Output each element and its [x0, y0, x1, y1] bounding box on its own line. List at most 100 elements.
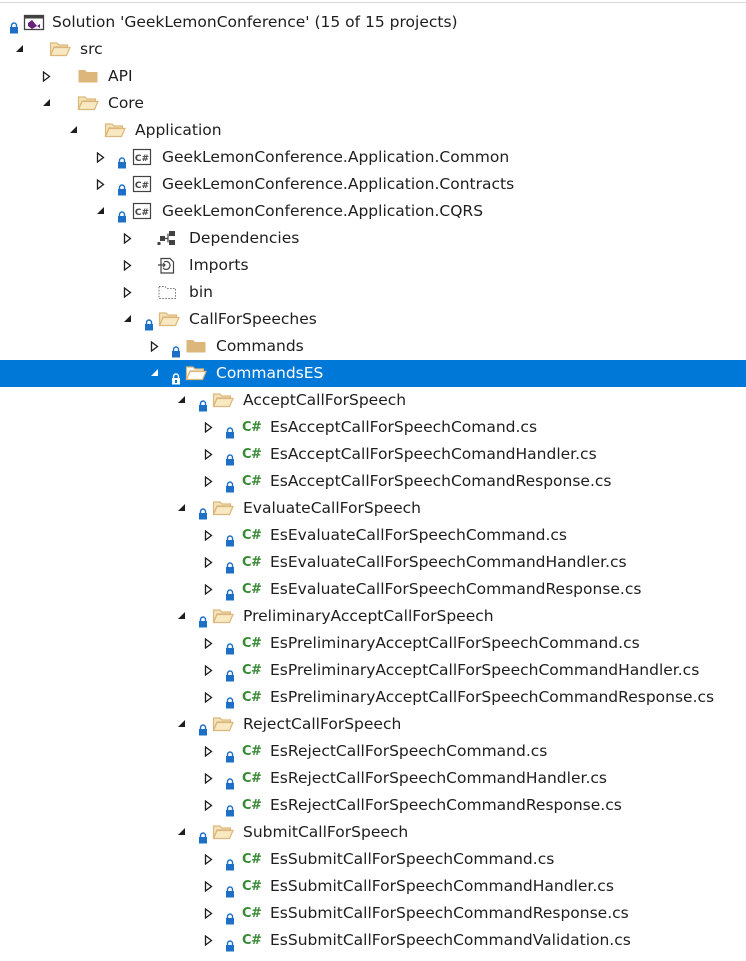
folder-open-icon — [49, 40, 71, 59]
collapsed-triangle-icon[interactable] — [95, 171, 109, 198]
collapsed-triangle-icon[interactable] — [203, 900, 217, 927]
lock-icon — [225, 880, 235, 898]
collapsed-triangle-icon[interactable] — [203, 765, 217, 792]
collapsed-triangle-icon[interactable] — [203, 630, 217, 657]
expanded-triangle-icon[interactable] — [176, 387, 190, 414]
tree-node-core[interactable]: Core — [0, 90, 746, 117]
csharp-file-icon: C# — [242, 879, 262, 894]
tree-node-file[interactable]: C# EsRejectCallForSpeechCommand.cs — [0, 738, 746, 765]
node-label: AcceptCallForSpeech — [243, 391, 407, 409]
tree-node-dependencies[interactable]: Dependencies — [0, 225, 746, 252]
tree-node-src[interactable]: src — [0, 36, 746, 63]
tree-node-folder[interactable]: EvaluateCallForSpeech — [0, 495, 746, 522]
node-label: src — [80, 40, 103, 58]
tree-node-project-contracts[interactable]: C# GeekLemonConference.Application.Contra… — [0, 171, 746, 198]
csharp-project-icon: C# — [132, 148, 152, 167]
tree-node-file[interactable]: C# EsSubmitCallForSpeechCommand.cs — [0, 846, 746, 873]
lock-icon — [225, 745, 235, 763]
tree-node-api[interactable]: API — [0, 63, 746, 90]
expanded-triangle-icon[interactable] — [176, 819, 190, 846]
lock-icon — [225, 907, 235, 925]
lock-icon — [225, 556, 235, 574]
tree-node-file[interactable]: C# EsEvaluateCallForSpeechCommandHandler.… — [0, 549, 746, 576]
tree-node-file[interactable]: C# EsPreliminaryAcceptCallForSpeechComman… — [0, 630, 746, 657]
collapsed-triangle-icon[interactable] — [203, 576, 217, 603]
tree-node-project-cqrs[interactable]: C# GeekLemonConference.Application.CQRS — [0, 198, 746, 225]
expanded-triangle-icon[interactable] — [176, 603, 190, 630]
collapsed-triangle-icon[interactable] — [95, 144, 109, 171]
collapsed-triangle-icon[interactable] — [203, 468, 217, 495]
lock-icon — [225, 691, 235, 709]
collapsed-triangle-icon[interactable] — [203, 927, 217, 954]
tree-node-file[interactable]: C# EsAcceptCallForSpeechComandResponse.cs — [0, 468, 746, 495]
tree-node-file[interactable]: C# EsSubmitCallForSpeechCommandHandler.cs — [0, 873, 746, 900]
collapsed-triangle-icon[interactable] — [203, 792, 217, 819]
expanded-triangle-icon[interactable] — [122, 306, 136, 333]
collapsed-triangle-icon[interactable] — [203, 657, 217, 684]
tree-node-folder[interactable]: RejectCallForSpeech — [0, 711, 746, 738]
tree-node-file[interactable]: C# EsPreliminaryAcceptCallForSpeechComman… — [0, 657, 746, 684]
csharp-project-icon: C# — [132, 202, 152, 221]
tree-node-file[interactable]: C# EsEvaluateCallForSpeechCommand.cs — [0, 522, 746, 549]
tree-node-bin[interactable]: bin — [0, 279, 746, 306]
tree-node-file[interactable]: C# EsRejectCallForSpeechCommandHandler.cs — [0, 765, 746, 792]
expanded-triangle-icon[interactable] — [68, 117, 82, 144]
tree-node-application[interactable]: Application — [0, 117, 746, 144]
csharp-file-icon: C# — [242, 690, 262, 705]
tree-node-file[interactable]: C# EsEvaluateCallForSpeechCommandResponse… — [0, 576, 746, 603]
tree-node-file[interactable]: C# EsPreliminaryAcceptCallForSpeechComman… — [0, 684, 746, 711]
expanded-triangle-icon[interactable] — [176, 711, 190, 738]
collapsed-triangle-icon[interactable] — [203, 414, 217, 441]
tree-node-imports[interactable]: Imports — [0, 252, 746, 279]
collapsed-triangle-icon[interactable] — [203, 846, 217, 873]
tree-node-folder[interactable]: SubmitCallForSpeech — [0, 819, 746, 846]
expanded-triangle-icon[interactable] — [41, 90, 55, 117]
file-label: EsAcceptCallForSpeechComandHandler.cs — [270, 445, 597, 463]
collapsed-triangle-icon[interactable] — [203, 549, 217, 576]
solution-explorer-tree: Solution 'GeekLemonConference' (15 of 15… — [0, 0, 746, 959]
tree-node-commands[interactable]: Commands — [0, 333, 746, 360]
collapsed-triangle-icon[interactable] — [203, 738, 217, 765]
file-label: EsSubmitCallForSpeechCommandValidation.c… — [270, 931, 631, 949]
tree-node-solution[interactable]: Solution 'GeekLemonConference' (15 of 15… — [0, 9, 746, 36]
csharp-file-icon: C# — [242, 933, 262, 948]
expanded-triangle-icon[interactable] — [149, 360, 163, 387]
expanded-triangle-icon[interactable] — [14, 36, 28, 63]
collapsed-triangle-icon[interactable] — [122, 252, 136, 279]
node-label: CommandsES — [216, 364, 324, 382]
lock-icon — [198, 718, 208, 736]
node-label: Dependencies — [189, 229, 300, 247]
collapsed-triangle-icon[interactable] — [122, 279, 136, 306]
collapsed-triangle-icon[interactable] — [203, 522, 217, 549]
csharp-file-icon: C# — [242, 852, 262, 867]
collapsed-triangle-icon[interactable] — [41, 63, 55, 90]
csharp-file-icon: C# — [242, 528, 262, 543]
expanded-triangle-icon[interactable] — [176, 495, 190, 522]
tree-node-file[interactable]: C# EsRejectCallForSpeechCommandResponse.c… — [0, 792, 746, 819]
tree-node-callforspeeches[interactable]: CallForSpeeches — [0, 306, 746, 333]
lock-icon — [225, 664, 235, 682]
toolbar-divider — [0, 0, 746, 3]
collapsed-triangle-icon[interactable] — [203, 684, 217, 711]
expanded-triangle-icon[interactable] — [95, 198, 109, 225]
lock-icon — [198, 394, 208, 412]
collapsed-triangle-icon[interactable] — [203, 873, 217, 900]
solution-label: Solution 'GeekLemonConference' (15 of 15… — [52, 13, 458, 31]
tree-node-project-common[interactable]: C# GeekLemonConference.Application.Common — [0, 144, 746, 171]
collapsed-triangle-icon[interactable] — [122, 225, 136, 252]
collapsed-triangle-icon[interactable] — [149, 333, 163, 360]
tree-node-file[interactable]: C# EsAcceptCallForSpeechComandHandler.cs — [0, 441, 746, 468]
folder-open-icon — [212, 823, 234, 842]
node-label: bin — [189, 283, 213, 301]
tree-node-file[interactable]: C# EsAcceptCallForSpeechComand.cs — [0, 414, 746, 441]
collapsed-triangle-icon[interactable] — [203, 441, 217, 468]
lock-icon — [171, 367, 181, 385]
file-label: EsRejectCallForSpeechCommand.cs — [270, 742, 548, 760]
tree-node-file[interactable]: C# EsSubmitCallForSpeechCommandValidation… — [0, 927, 746, 954]
tree-node-folder[interactable]: AcceptCallForSpeech — [0, 387, 746, 414]
tree-node-folder[interactable]: PreliminaryAcceptCallForSpeech — [0, 603, 746, 630]
tree-node-commandses[interactable]: CommandsES — [0, 360, 746, 387]
csharp-file-icon: C# — [242, 798, 262, 813]
tree-node-file[interactable]: C# EsSubmitCallForSpeechCommandResponse.c… — [0, 900, 746, 927]
file-label: EsPreliminaryAcceptCallForSpeechCommand.… — [270, 634, 640, 652]
